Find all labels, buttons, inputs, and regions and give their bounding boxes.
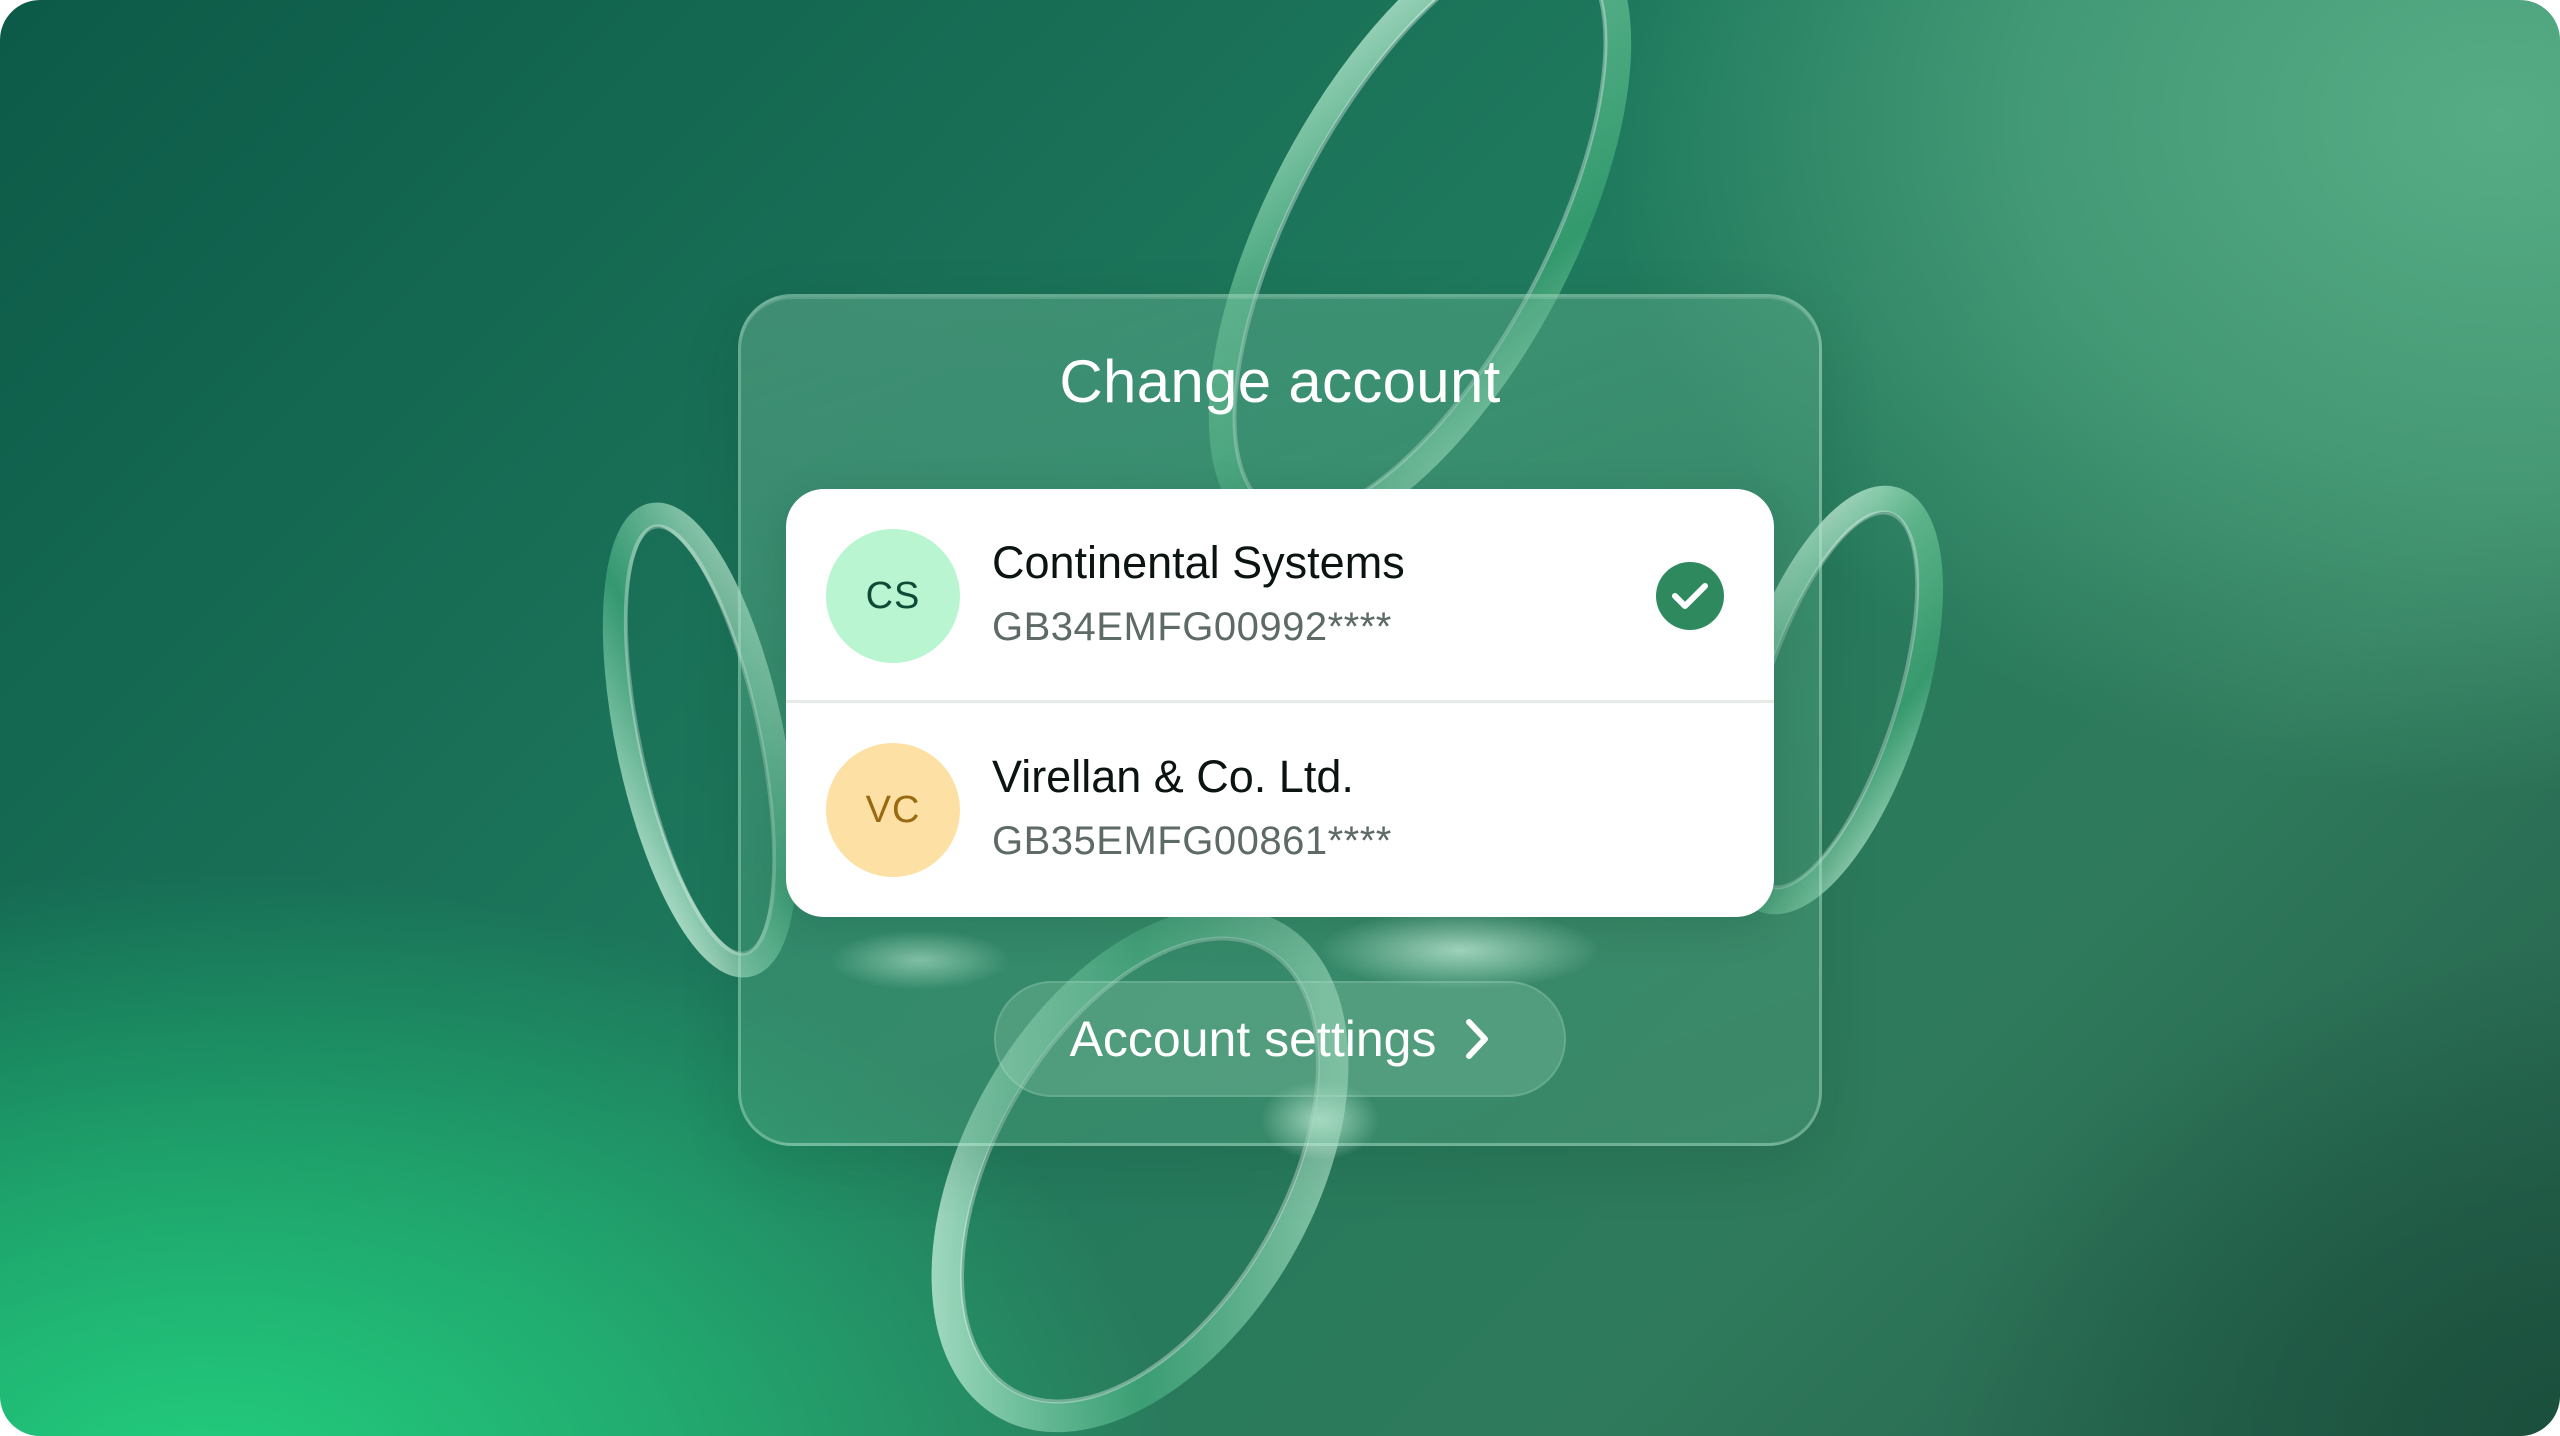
account-iban: GB35EMFG00861**** [992, 819, 1392, 863]
avatar: VC [826, 743, 960, 877]
account-item-virellan[interactable]: VC Virellan & Co. Ltd. GB35EMFG00861**** [786, 703, 1774, 915]
account-name: Virellan & Co. Ltd. [992, 751, 1354, 802]
account-settings-button[interactable]: Account settings [994, 981, 1566, 1097]
chevron-right-icon [1464, 1017, 1490, 1061]
background: Change account CS Continental Systems GB… [0, 0, 2560, 1436]
check-circle-icon [1656, 562, 1724, 630]
account-item-continental-systems[interactable]: CS Continental Systems GB34EMFG00992**** [786, 489, 1774, 701]
avatar: CS [826, 529, 960, 663]
account-settings-label: Account settings [1069, 1011, 1437, 1067]
panel-title: Change account [1059, 348, 1501, 415]
account-name: Continental Systems [992, 537, 1405, 588]
account-iban: GB34EMFG00992**** [992, 605, 1392, 649]
account-list: CS Continental Systems GB34EMFG00992****… [786, 489, 1774, 917]
